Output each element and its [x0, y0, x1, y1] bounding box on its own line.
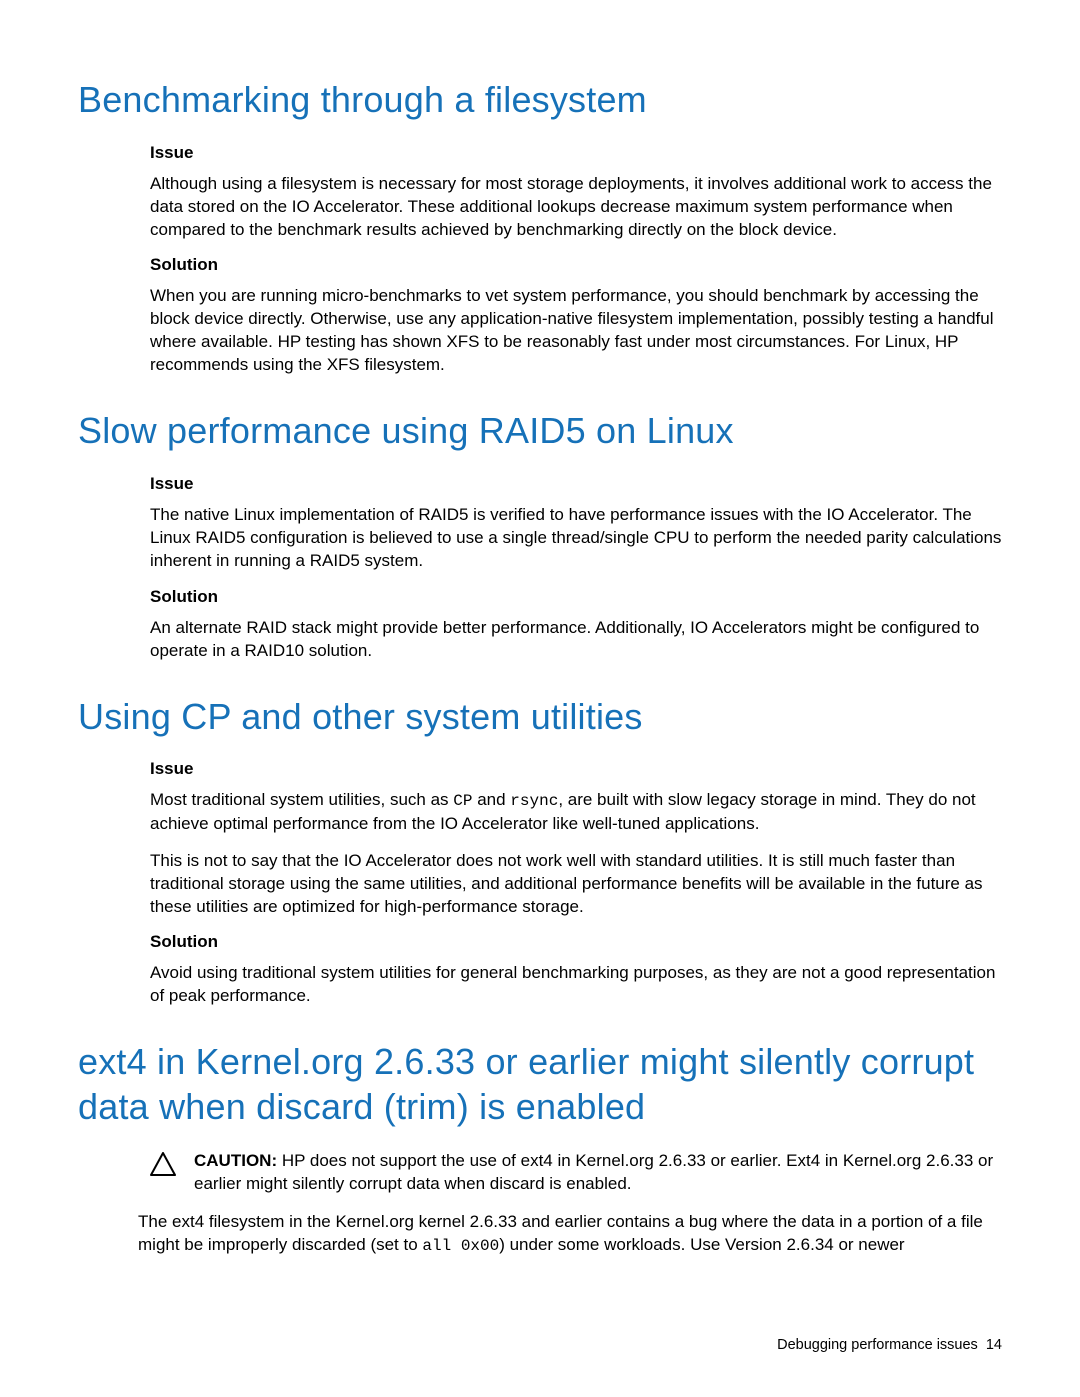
caution-block: CAUTION: HP does not support the use of … — [150, 1150, 1002, 1196]
paragraph: When you are running micro-benchmarks to… — [150, 285, 1002, 377]
paragraph: This is not to say that the IO Accelerat… — [150, 850, 1002, 919]
section-title: Benchmarking through a filesystem — [78, 78, 1002, 123]
caution-label: CAUTION: — [194, 1151, 277, 1170]
sub-heading: Issue — [150, 759, 1002, 779]
footer-section: Debugging performance issues — [777, 1337, 978, 1353]
page-content: Benchmarking through a filesystem Issue Al… — [0, 0, 1080, 1258]
sub-heading: Solution — [150, 587, 1002, 607]
sub-heading: Issue — [150, 143, 1002, 163]
content-block: Issue The native Linux implementation of … — [150, 474, 1002, 663]
paragraph: The native Linux implementation of RAID5… — [150, 504, 1002, 573]
code-span: CP — [453, 792, 472, 810]
code-span: rsync — [510, 792, 558, 810]
caution-text: CAUTION: HP does not support the use of … — [194, 1150, 1002, 1196]
footer-page-number: 14 — [986, 1337, 1002, 1353]
section-title: Using CP and other system utilities — [78, 695, 1002, 740]
paragraph: Although using a filesystem is necessary… — [150, 173, 1002, 242]
page-footer: Debugging performance issues 14 — [777, 1337, 1002, 1353]
sub-heading: Issue — [150, 474, 1002, 494]
paragraph: Most traditional system utilities, such … — [150, 789, 1002, 836]
sub-heading: Solution — [150, 932, 1002, 952]
section-title: ext4 in Kernel.org 2.6.33 or earlier mig… — [78, 1040, 1002, 1129]
caution-icon — [150, 1152, 176, 1181]
content-block: Issue Although using a filesystem is nece… — [150, 143, 1002, 378]
code-span: all 0x00 — [422, 1237, 499, 1255]
sub-heading: Solution — [150, 255, 1002, 275]
content-block: The ext4 filesystem in the Kernel.org ke… — [138, 1211, 1002, 1258]
section-title: Slow performance using RAID5 on Linux — [78, 409, 1002, 454]
content-block: Issue Most traditional system utilities, … — [150, 759, 1002, 1008]
paragraph: Avoid using traditional system utilities… — [150, 962, 1002, 1008]
paragraph: The ext4 filesystem in the Kernel.org ke… — [138, 1211, 1002, 1258]
paragraph: An alternate RAID stack might provide be… — [150, 617, 1002, 663]
